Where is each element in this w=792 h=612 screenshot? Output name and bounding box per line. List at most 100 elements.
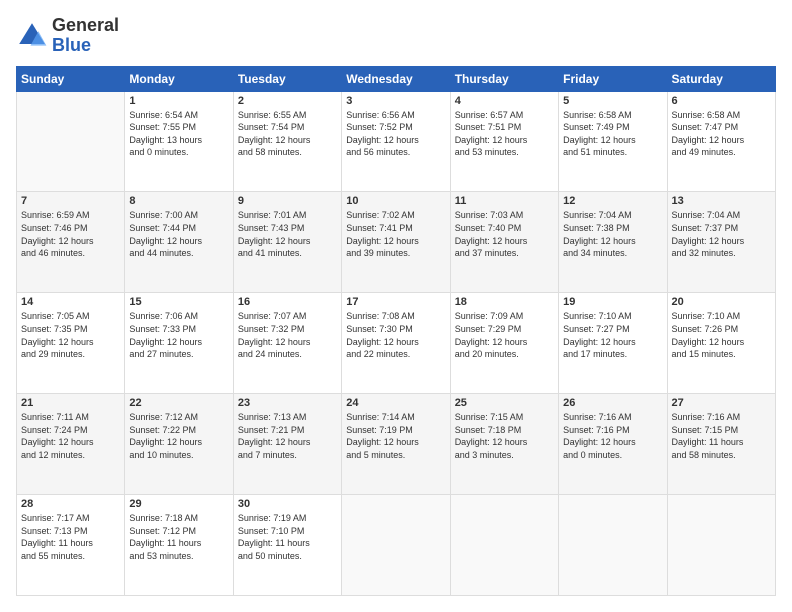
col-header-tuesday: Tuesday	[233, 66, 341, 91]
day-number: 19	[563, 296, 662, 308]
day-info: Sunrise: 7:17 AM Sunset: 7:13 PM Dayligh…	[21, 512, 120, 562]
calendar-cell: 23 Sunrise: 7:13 AM Sunset: 7:21 PM Dayli…	[233, 394, 341, 495]
calendar-cell	[450, 495, 558, 596]
header: General Blue	[16, 16, 776, 56]
day-number: 14	[21, 296, 120, 308]
calendar-cell: 4 Sunrise: 6:57 AM Sunset: 7:51 PM Daylig…	[450, 91, 558, 192]
calendar-cell: 22 Sunrise: 7:12 AM Sunset: 7:22 PM Dayli…	[125, 394, 233, 495]
day-info: Sunrise: 7:12 AM Sunset: 7:22 PM Dayligh…	[129, 411, 228, 461]
day-info: Sunrise: 6:58 AM Sunset: 7:47 PM Dayligh…	[672, 109, 771, 159]
calendar-cell: 2Sunrise: 6:55 AM Sunset: 7:54 PM Daylig…	[233, 91, 341, 192]
calendar-cell: 15 Sunrise: 7:06 AM Sunset: 7:33 PM Dayli…	[125, 293, 233, 394]
week-row-3: 14 Sunrise: 7:05 AM Sunset: 7:35 PM Dayli…	[17, 293, 776, 394]
day-info: Sunrise: 7:14 AM Sunset: 7:19 PM Dayligh…	[346, 411, 445, 461]
col-header-wednesday: Wednesday	[342, 66, 450, 91]
day-number: 10	[346, 195, 445, 207]
calendar-cell: 27 Sunrise: 7:16 AM Sunset: 7:15 PM Dayli…	[667, 394, 775, 495]
day-number: 16	[238, 296, 337, 308]
day-info: Sunrise: 6:55 AM Sunset: 7:54 PM Dayligh…	[238, 109, 337, 159]
calendar-cell: 6 Sunrise: 6:58 AM Sunset: 7:47 PM Daylig…	[667, 91, 775, 192]
day-number: 4	[455, 95, 554, 107]
day-info: Sunrise: 7:04 AM Sunset: 7:37 PM Dayligh…	[672, 209, 771, 259]
page: General Blue SundayMondayTuesdayWednesda…	[0, 0, 792, 612]
day-number: 23	[238, 397, 337, 409]
calendar-cell: 16Sunrise: 7:07 AM Sunset: 7:32 PM Dayli…	[233, 293, 341, 394]
calendar-cell: 26 Sunrise: 7:16 AM Sunset: 7:16 PM Dayli…	[559, 394, 667, 495]
calendar-header-row: SundayMondayTuesdayWednesdayThursdayFrid…	[17, 66, 776, 91]
day-number: 21	[21, 397, 120, 409]
day-number: 24	[346, 397, 445, 409]
col-header-monday: Monday	[125, 66, 233, 91]
day-number: 1	[129, 95, 228, 107]
col-header-thursday: Thursday	[450, 66, 558, 91]
day-number: 25	[455, 397, 554, 409]
day-info: Sunrise: 7:11 AM Sunset: 7:24 PM Dayligh…	[21, 411, 120, 461]
day-info: Sunrise: 6:57 AM Sunset: 7:51 PM Dayligh…	[455, 109, 554, 159]
calendar-cell: 12 Sunrise: 7:04 AM Sunset: 7:38 PM Dayli…	[559, 192, 667, 293]
day-info: Sunrise: 7:13 AM Sunset: 7:21 PM Dayligh…	[238, 411, 337, 461]
col-header-saturday: Saturday	[667, 66, 775, 91]
calendar-cell: 11 Sunrise: 7:03 AM Sunset: 7:40 PM Dayli…	[450, 192, 558, 293]
calendar-cell: 19 Sunrise: 7:10 AM Sunset: 7:27 PM Dayli…	[559, 293, 667, 394]
day-number: 17	[346, 296, 445, 308]
day-number: 26	[563, 397, 662, 409]
day-number: 11	[455, 195, 554, 207]
calendar-cell	[667, 495, 775, 596]
calendar-cell	[559, 495, 667, 596]
day-info: Sunrise: 7:16 AM Sunset: 7:16 PM Dayligh…	[563, 411, 662, 461]
logo: General Blue	[16, 16, 119, 56]
col-header-sunday: Sunday	[17, 66, 125, 91]
day-info: Sunrise: 6:58 AM Sunset: 7:49 PM Dayligh…	[563, 109, 662, 159]
calendar-cell: 29Sunrise: 7:18 AM Sunset: 7:12 PM Dayli…	[125, 495, 233, 596]
col-header-friday: Friday	[559, 66, 667, 91]
day-number: 6	[672, 95, 771, 107]
day-number: 15	[129, 296, 228, 308]
day-info: Sunrise: 7:10 AM Sunset: 7:26 PM Dayligh…	[672, 310, 771, 360]
day-info: Sunrise: 7:01 AM Sunset: 7:43 PM Dayligh…	[238, 209, 337, 259]
day-number: 8	[129, 195, 228, 207]
calendar-cell: 10 Sunrise: 7:02 AM Sunset: 7:41 PM Dayli…	[342, 192, 450, 293]
day-number: 12	[563, 195, 662, 207]
day-info: Sunrise: 7:04 AM Sunset: 7:38 PM Dayligh…	[563, 209, 662, 259]
calendar-cell: 17Sunrise: 7:08 AM Sunset: 7:30 PM Dayli…	[342, 293, 450, 394]
day-info: Sunrise: 7:10 AM Sunset: 7:27 PM Dayligh…	[563, 310, 662, 360]
calendar-cell: 21 Sunrise: 7:11 AM Sunset: 7:24 PM Dayli…	[17, 394, 125, 495]
calendar-cell: 9Sunrise: 7:01 AM Sunset: 7:43 PM Daylig…	[233, 192, 341, 293]
day-info: Sunrise: 7:00 AM Sunset: 7:44 PM Dayligh…	[129, 209, 228, 259]
logo-icon	[16, 20, 48, 52]
day-number: 27	[672, 397, 771, 409]
calendar-cell	[342, 495, 450, 596]
calendar-cell: 7Sunrise: 6:59 AM Sunset: 7:46 PM Daylig…	[17, 192, 125, 293]
calendar-cell: 8 Sunrise: 7:00 AM Sunset: 7:44 PM Daylig…	[125, 192, 233, 293]
day-info: Sunrise: 7:09 AM Sunset: 7:29 PM Dayligh…	[455, 310, 554, 360]
day-info: Sunrise: 7:02 AM Sunset: 7:41 PM Dayligh…	[346, 209, 445, 259]
day-number: 18	[455, 296, 554, 308]
day-number: 22	[129, 397, 228, 409]
day-number: 3	[346, 95, 445, 107]
day-info: Sunrise: 6:54 AM Sunset: 7:55 PM Dayligh…	[129, 109, 228, 159]
day-info: Sunrise: 7:16 AM Sunset: 7:15 PM Dayligh…	[672, 411, 771, 461]
week-row-4: 21 Sunrise: 7:11 AM Sunset: 7:24 PM Dayli…	[17, 394, 776, 495]
day-info: Sunrise: 7:19 AM Sunset: 7:10 PM Dayligh…	[238, 512, 337, 562]
week-row-2: 7Sunrise: 6:59 AM Sunset: 7:46 PM Daylig…	[17, 192, 776, 293]
day-info: Sunrise: 7:03 AM Sunset: 7:40 PM Dayligh…	[455, 209, 554, 259]
day-number: 5	[563, 95, 662, 107]
calendar-cell: 25 Sunrise: 7:15 AM Sunset: 7:18 PM Dayli…	[450, 394, 558, 495]
calendar-cell: 1 Sunrise: 6:54 AM Sunset: 7:55 PM Daylig…	[125, 91, 233, 192]
calendar-cell: 18 Sunrise: 7:09 AM Sunset: 7:29 PM Dayli…	[450, 293, 558, 394]
calendar-cell: 5 Sunrise: 6:58 AM Sunset: 7:49 PM Daylig…	[559, 91, 667, 192]
day-info: Sunrise: 7:15 AM Sunset: 7:18 PM Dayligh…	[455, 411, 554, 461]
calendar-cell: 28 Sunrise: 7:17 AM Sunset: 7:13 PM Dayli…	[17, 495, 125, 596]
day-info: Sunrise: 7:06 AM Sunset: 7:33 PM Dayligh…	[129, 310, 228, 360]
calendar-cell: 30 Sunrise: 7:19 AM Sunset: 7:10 PM Dayli…	[233, 495, 341, 596]
calendar-cell: 14 Sunrise: 7:05 AM Sunset: 7:35 PM Dayli…	[17, 293, 125, 394]
calendar-cell: 13Sunrise: 7:04 AM Sunset: 7:37 PM Dayli…	[667, 192, 775, 293]
day-number: 7	[21, 195, 120, 207]
week-row-1: 1 Sunrise: 6:54 AM Sunset: 7:55 PM Daylig…	[17, 91, 776, 192]
calendar-cell: 24 Sunrise: 7:14 AM Sunset: 7:19 PM Dayli…	[342, 394, 450, 495]
week-row-5: 28 Sunrise: 7:17 AM Sunset: 7:13 PM Dayli…	[17, 495, 776, 596]
day-info: Sunrise: 7:05 AM Sunset: 7:35 PM Dayligh…	[21, 310, 120, 360]
day-number: 28	[21, 498, 120, 510]
day-number: 30	[238, 498, 337, 510]
logo-text: General Blue	[52, 16, 119, 56]
